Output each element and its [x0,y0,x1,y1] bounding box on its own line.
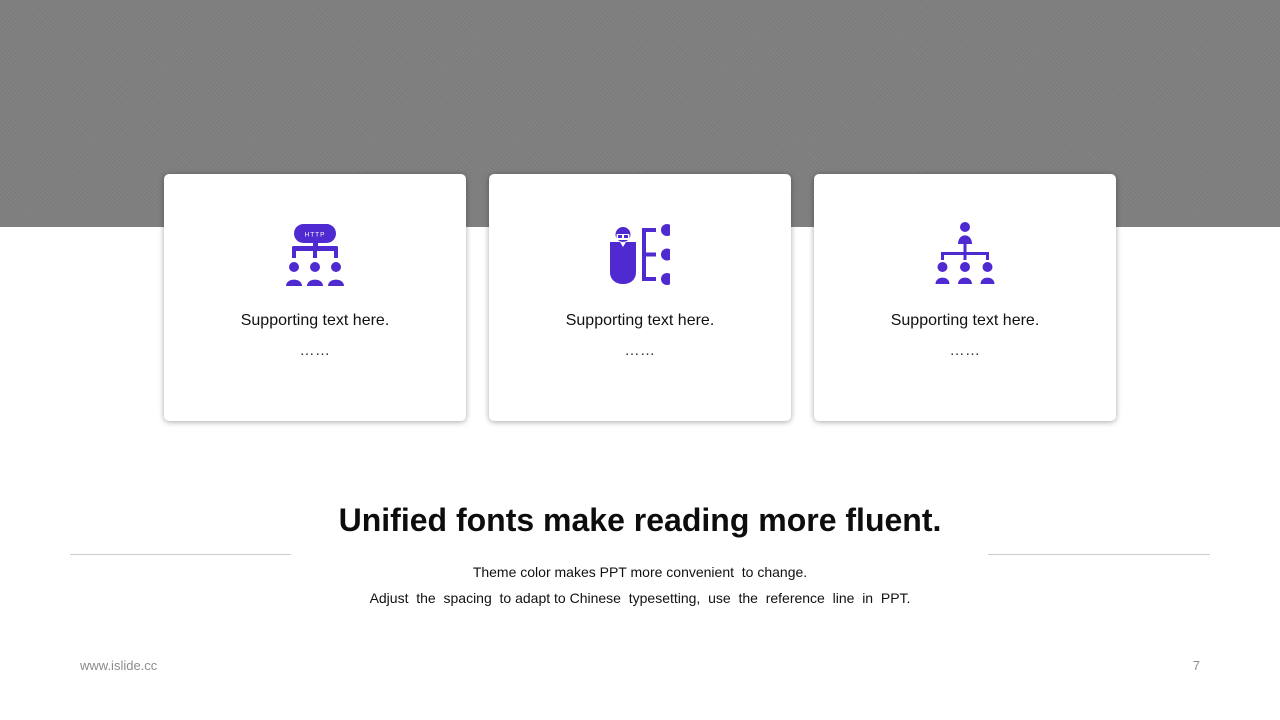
left-divider-line [70,554,291,555]
card-3-ellipsis: …… [949,342,981,359]
card-1-ellipsis: …… [299,342,331,359]
card-2-ellipsis: …… [624,342,656,359]
page-number: 7 [1192,658,1200,673]
http-icon-label: HTTP [305,232,326,239]
feature-card-3: Supporting text here. …… [814,174,1116,421]
right-divider-line [988,554,1210,555]
card-2-supporting-text: Supporting text here. [565,312,715,329]
http-network-users-icon: HTTP [285,222,345,286]
card-3-supporting-text: Supporting text here. [890,312,1040,329]
body-text-line-1: Theme color makes PPT more convenient to… [472,564,808,580]
feature-card-2: Supporting text here. …… [489,174,791,421]
footer-url: www.islide.cc [80,658,158,673]
slide-headline: Unified fonts make reading more fluent. [338,502,942,538]
card-1-supporting-text: Supporting text here. [240,312,390,329]
presenter-list-icon [610,222,670,286]
body-text-line-2: Adjust the spacing to adapt to Chinese t… [369,590,911,606]
feature-card-1: HTTP Supporting text here. …… [164,174,466,421]
org-chart-icon [935,222,995,286]
